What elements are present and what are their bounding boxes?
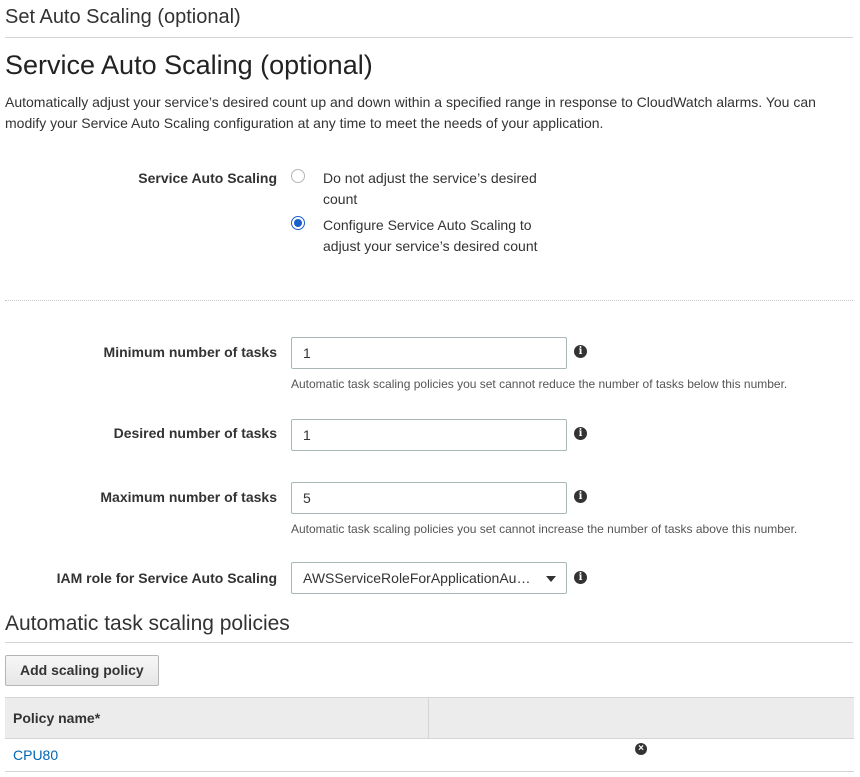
info-icon[interactable]: i bbox=[574, 427, 587, 440]
min-tasks-input[interactable]: 1 bbox=[291, 337, 567, 369]
section-title: Service Auto Scaling (optional) bbox=[5, 50, 373, 80]
iam-role-value: AWSServiceRoleForApplicationAutoScaling_… bbox=[303, 570, 533, 586]
radio-do-not-adjust[interactable] bbox=[291, 169, 305, 183]
radio-do-not-adjust-label[interactable]: Do not adjust the service’s desired coun… bbox=[323, 168, 553, 210]
chevron-down-icon bbox=[546, 576, 556, 582]
max-tasks-input[interactable]: 5 bbox=[291, 482, 567, 514]
iam-role-select[interactable]: AWSServiceRoleForApplicationAutoScaling_… bbox=[291, 562, 567, 594]
add-scaling-policy-button[interactable]: Add scaling policy bbox=[5, 655, 159, 686]
min-tasks-help: Automatic task scaling policies you set … bbox=[291, 377, 788, 391]
info-icon[interactable]: i bbox=[574, 571, 587, 584]
table-header: Policy name* bbox=[5, 697, 854, 739]
desired-tasks-label: Desired number of tasks bbox=[113, 425, 277, 441]
iam-role-label: IAM role for Service Auto Scaling bbox=[56, 570, 277, 586]
policies-table: Policy name* CPU80 × bbox=[5, 697, 854, 772]
desired-tasks-input[interactable]: 1 bbox=[291, 419, 567, 451]
policies-title: Automatic task scaling policies bbox=[5, 612, 853, 643]
section-divider bbox=[5, 300, 853, 301]
column-header-policy-name: Policy name* bbox=[5, 698, 429, 738]
max-tasks-help: Automatic task scaling policies you set … bbox=[291, 522, 798, 536]
max-tasks-label: Maximum number of tasks bbox=[100, 489, 277, 505]
auto-scaling-label: Service Auto Scaling bbox=[138, 170, 277, 186]
radio-configure-label[interactable]: Configure Service Auto Scaling to adjust… bbox=[323, 215, 553, 257]
table-row: CPU80 × bbox=[5, 739, 854, 772]
remove-icon[interactable]: × bbox=[635, 743, 647, 755]
info-icon[interactable]: i bbox=[574, 345, 587, 358]
radio-option-configure[interactable]: Configure Service Auto Scaling to adjust… bbox=[291, 215, 553, 257]
section-description: Automatically adjust your service’s desi… bbox=[5, 94, 816, 131]
page-header: Set Auto Scaling (optional) bbox=[5, 6, 853, 38]
column-header-actions bbox=[429, 698, 854, 738]
info-icon[interactable]: i bbox=[574, 490, 587, 503]
min-tasks-label: Minimum number of tasks bbox=[103, 344, 277, 360]
radio-configure[interactable] bbox=[291, 216, 305, 230]
policy-name-link[interactable]: CPU80 bbox=[5, 739, 58, 771]
radio-option-do-not-adjust[interactable]: Do not adjust the service’s desired coun… bbox=[291, 168, 553, 210]
